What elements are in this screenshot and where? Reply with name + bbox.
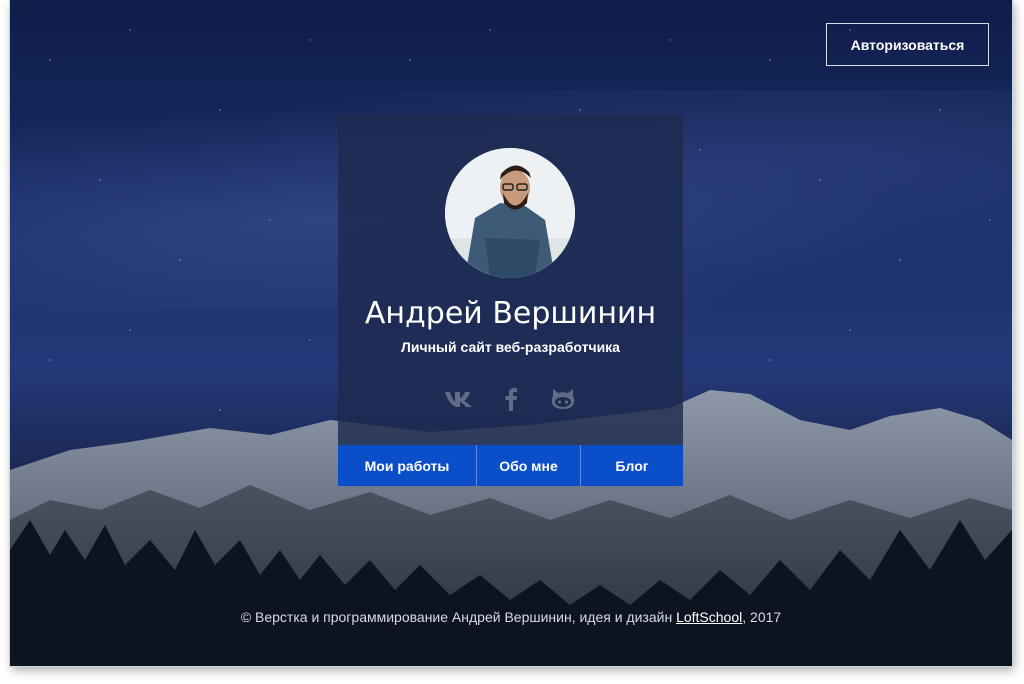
facebook-icon[interactable] (495, 385, 527, 413)
main-navigation: Мои работы Обо мне Блог (338, 445, 683, 486)
authorize-button[interactable]: Авторизоваться (826, 23, 989, 66)
avatar-photo (445, 148, 575, 278)
social-links (338, 384, 683, 414)
footer-copyright: © Верстка и программирование Андрей Верш… (10, 609, 1012, 625)
avatar (445, 148, 575, 278)
footer-text: © Верстка и программирование Андрей Верш… (240, 609, 677, 625)
footer-year: , 2017 (742, 609, 782, 625)
profile-card: Андрей Вершинин Личный сайт веб-разработ… (338, 114, 683, 486)
profile-subtitle: Личный сайт веб-разработчика (401, 339, 620, 355)
loftschool-link[interactable]: LoftSchool (676, 609, 742, 625)
profile-name: Андрей Вершинин (364, 296, 657, 331)
vk-icon[interactable] (443, 385, 475, 413)
nav-blog[interactable]: Блог (580, 445, 683, 486)
welcome-page: Авторизоваться Андрей Вершинин Личный са… (10, 0, 1012, 666)
nav-my-works[interactable]: Мои работы (338, 445, 476, 486)
nav-about-me[interactable]: Обо мне (476, 445, 580, 486)
github-icon[interactable] (547, 385, 579, 413)
